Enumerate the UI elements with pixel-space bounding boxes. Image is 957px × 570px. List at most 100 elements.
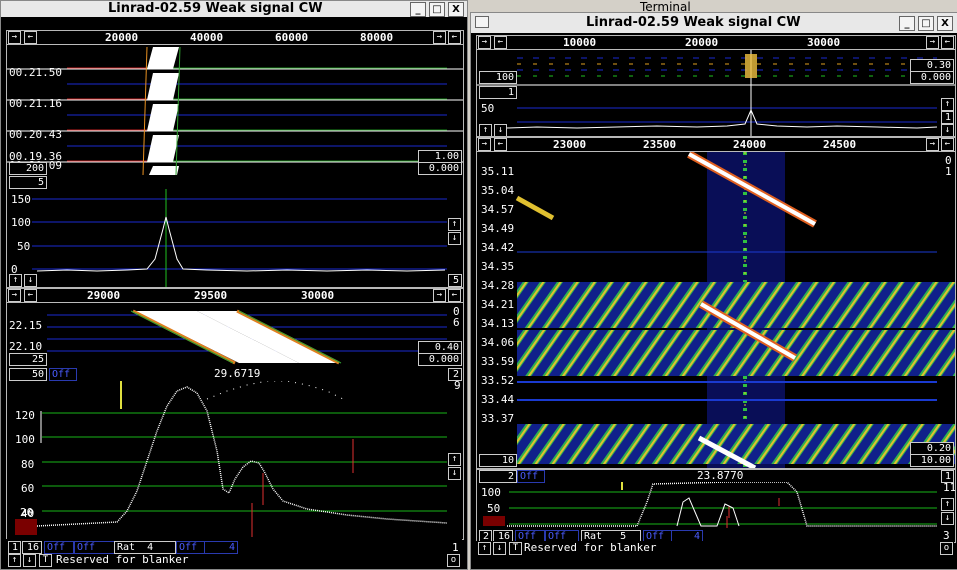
wide-spectrum-right-box[interactable]: 1	[941, 111, 954, 124]
number-box[interactable]: 4	[204, 541, 238, 554]
scale-left-arrow-icon[interactable]: ←	[448, 289, 461, 302]
spectrum-avg-box[interactable]: 5	[9, 176, 47, 189]
hires-zero-box[interactable]: 10.00	[910, 454, 954, 467]
up-arrow-icon[interactable]: ↑	[941, 98, 954, 111]
baseband-spectrum[interactable]	[7, 381, 463, 539]
up-arrow-icon[interactable]: ↑	[479, 124, 492, 136]
down-arrow-icon[interactable]: ↓	[494, 124, 507, 136]
frequency-scale: → ← 20000 40000 60000 80000 → ←	[7, 31, 463, 45]
baseband-mode-box[interactable]: Off	[49, 368, 77, 381]
close-button[interactable]: X	[937, 16, 953, 31]
scale-tick: 23000	[553, 138, 587, 151]
spectrum-y-label: 50	[481, 102, 495, 115]
down-arrow-icon[interactable]: ↓	[448, 232, 461, 245]
scale-left-arrow-icon[interactable]: ←	[494, 36, 507, 49]
right-wideband-panel: → ← 10000 20000 30000 → ← 100 1 0.30 0.0…	[476, 35, 956, 137]
scale-left-arrow-icon[interactable]: ←	[448, 31, 461, 44]
scale-right-arrow-icon[interactable]: →	[478, 138, 491, 151]
up-arrow-icon[interactable]: ↑	[448, 218, 461, 231]
baseband-avg-box[interactable]: 25	[9, 353, 47, 366]
scale-right-arrow-icon[interactable]: →	[8, 31, 21, 44]
up-arrow-icon[interactable]: ↑	[448, 453, 461, 466]
scale-tick: 29500	[194, 289, 228, 302]
minimize-button[interactable]: _	[410, 2, 426, 17]
scale-right-arrow-icon[interactable]: →	[433, 289, 446, 302]
waterfall-zero-box[interactable]: 0.000	[418, 162, 462, 175]
scale-tick: 10000	[563, 36, 597, 49]
scale-left-arrow-icon[interactable]: ←	[941, 36, 954, 49]
rat-label: Rat	[117, 542, 136, 553]
spectrum-y-label: 150	[11, 193, 31, 206]
waterfall-avg-box[interactable]: 200	[9, 162, 47, 175]
scale-tick: 60000	[275, 31, 309, 44]
maximize-button[interactable]: □	[429, 2, 445, 17]
scale-tick: 24500	[823, 138, 857, 151]
baseband-row-left-box[interactable]: 50	[9, 368, 47, 381]
hires-time: 35.04	[481, 184, 515, 197]
down-arrow-icon[interactable]: ↓	[24, 274, 37, 287]
minimize-button[interactable]: _	[899, 16, 915, 31]
blanker-toggle-button[interactable]: T	[39, 554, 52, 567]
scale-right-arrow-icon[interactable]: →	[478, 36, 491, 49]
blanker-right-button[interactable]: o	[447, 554, 460, 567]
up-arrow-icon[interactable]: ↑	[9, 274, 22, 287]
bits-box[interactable]: 16	[22, 541, 42, 554]
waterfall-time: 00.21.50	[9, 66, 62, 79]
maximize-button[interactable]: □	[918, 16, 934, 31]
scale-left-arrow-icon[interactable]: ←	[24, 289, 37, 302]
frequency-scale: → ← 10000 20000 30000 → ←	[477, 36, 955, 50]
bottom-right-label: 1	[452, 541, 459, 554]
baseband-frequency: 23.8770	[697, 469, 744, 482]
up-arrow-icon[interactable]: ↑	[8, 554, 21, 567]
hires-time: 33.52	[481, 374, 515, 387]
hires-time: 33.44	[481, 393, 515, 406]
channel-box[interactable]: 1	[8, 541, 21, 554]
wide-zero-box[interactable]: 0.000	[910, 71, 954, 84]
scale-tick: 29000	[87, 289, 121, 302]
down-arrow-icon[interactable]: ↓	[23, 554, 36, 567]
scale-right-arrow-icon[interactable]: →	[926, 138, 939, 151]
baseband-y-label: 100	[15, 433, 35, 446]
right-blanker-row: ↑ ↓ T Reserved for blanker o	[476, 541, 954, 555]
down-arrow-icon[interactable]: ↓	[941, 512, 954, 525]
scale-left-arrow-icon[interactable]: ←	[941, 138, 954, 151]
baseband-zero-box[interactable]: 0.000	[418, 353, 462, 366]
scale-right-arrow-icon[interactable]: →	[8, 289, 21, 302]
left-linrad-window: Linrad-02.59 Weak signal CW _ □ X → ← 20…	[0, 0, 468, 570]
window-menu-icon[interactable]	[475, 16, 489, 28]
scale-left-arrow-icon[interactable]: ←	[24, 31, 37, 44]
spectrum-y-label: 50	[17, 240, 31, 253]
baseband-waterfall[interactable]	[7, 303, 463, 369]
hires-avg-box[interactable]: 10	[479, 454, 517, 467]
blanker-text: Reserved for blanker	[56, 553, 189, 566]
right-title-bar[interactable]: Linrad-02.59 Weak signal CW _ □ X	[471, 13, 957, 33]
baseband-frequency: 29.6719	[214, 367, 261, 380]
down-arrow-icon[interactable]: ↓	[448, 467, 461, 480]
scale-tick: 20000	[685, 36, 719, 49]
left-baseband-panel: → ← 29000 29500 30000 → ← 22.15 22.10 0 …	[6, 288, 464, 540]
wide-avg2-box[interactable]: 1	[479, 86, 517, 99]
wideband-waterfall-small[interactable]	[477, 50, 955, 136]
baseband-y-label: 60	[21, 482, 35, 495]
down-arrow-icon[interactable]: ↓	[493, 542, 506, 555]
wideband-waterfall[interactable]	[7, 45, 463, 175]
close-button[interactable]: X	[448, 2, 464, 17]
scale-left-arrow-icon[interactable]: ←	[494, 138, 507, 151]
right-hires-panel: → ← 23000 23500 24000 24500 → ← 35.11 35…	[476, 137, 956, 469]
up-arrow-icon[interactable]: ↑	[941, 498, 954, 511]
hires-waterfall[interactable]	[477, 152, 955, 468]
scale-right-arrow-icon[interactable]: →	[926, 36, 939, 49]
scale-right-arrow-icon[interactable]: →	[433, 31, 446, 44]
blanker-toggle-button[interactable]: T	[509, 542, 522, 555]
baseband-y-label: 50	[487, 502, 501, 515]
baseband-y-label: 80	[21, 458, 35, 471]
scale-tick: 30000	[301, 289, 335, 302]
spectrum-right-box[interactable]: 5	[448, 274, 462, 287]
left-title-bar[interactable]: Linrad-02.59 Weak signal CW _ □ X	[1, 1, 467, 17]
wide-avg-box[interactable]: 100	[479, 71, 517, 84]
right-linrad-window: Linrad-02.59 Weak signal CW _ □ X → ← 10…	[470, 12, 957, 570]
blanker-right-button[interactable]: o	[940, 542, 953, 555]
down-arrow-icon[interactable]: ↓	[941, 124, 954, 136]
wideband-spectrum[interactable]	[7, 189, 463, 287]
up-arrow-icon[interactable]: ↑	[478, 542, 491, 555]
